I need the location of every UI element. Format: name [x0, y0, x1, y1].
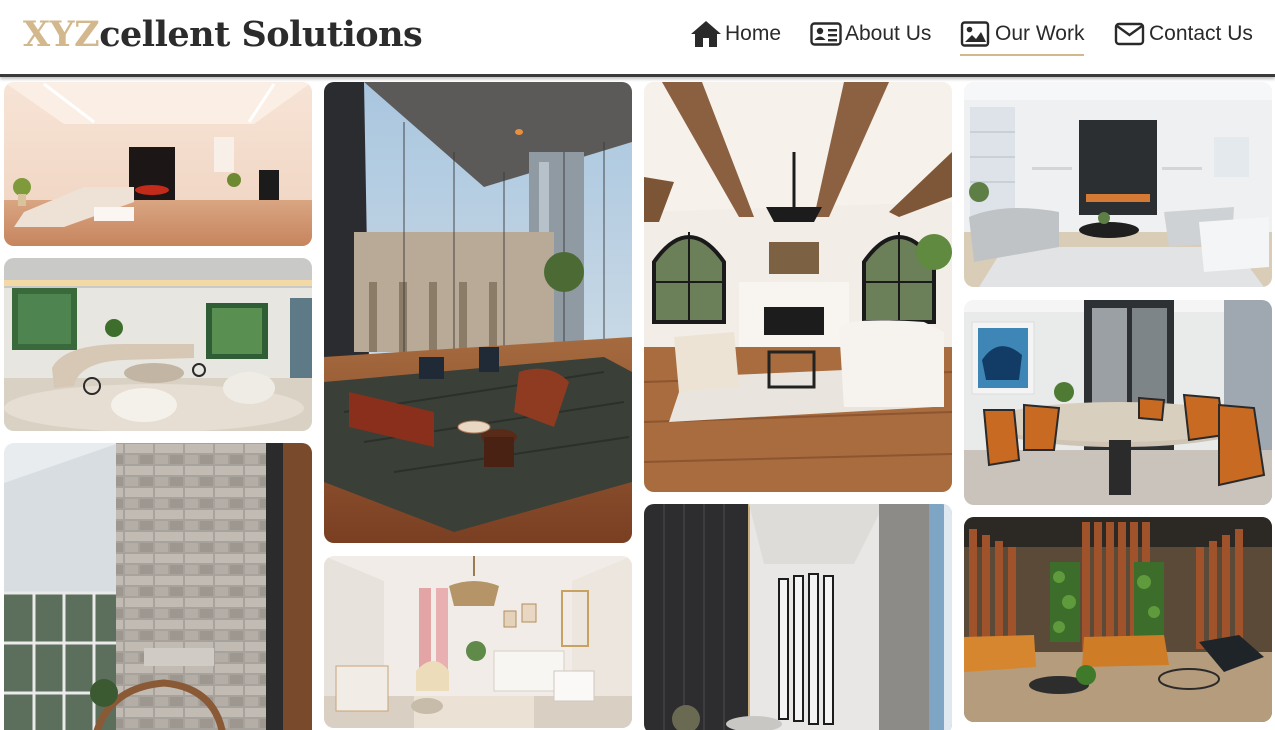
photo-living-room-red-car[interactable] — [4, 82, 312, 246]
nav-home-label: Home — [725, 22, 782, 45]
brand-rest: cellent Solutions — [99, 14, 423, 55]
id-card-icon — [810, 22, 842, 46]
work-gallery — [0, 77, 1275, 730]
photo-stone-wall-exterior[interactable] — [4, 443, 312, 730]
photo-lounge-curved-sofa[interactable] — [4, 258, 312, 431]
photo-meeting-room[interactable] — [964, 300, 1272, 505]
envelope-icon — [1114, 22, 1145, 46]
image-icon — [960, 21, 990, 47]
nav-contact-us-label: Contact Us — [1149, 22, 1253, 45]
photo-glass-atrium-lobby[interactable] — [324, 82, 632, 543]
photo-dark-corridor[interactable] — [644, 504, 952, 730]
nav-home[interactable]: Home — [690, 16, 781, 52]
brand-accent: XYZ — [23, 14, 100, 55]
nav-our-work[interactable]: Our Work — [960, 16, 1085, 56]
nav-about-us[interactable]: About Us — [810, 16, 931, 52]
photo-fireplace-living-room[interactable] — [964, 82, 1272, 287]
brand-logo[interactable]: XYZcellent Solutions — [23, 14, 423, 55]
site-header: XYZcellent Solutions Home About Us Our W… — [0, 0, 1275, 77]
nav-contact-us[interactable]: Contact Us — [1114, 16, 1253, 52]
home-icon — [691, 21, 721, 47]
main-nav: Home About Us Our Work Contact Us — [690, 16, 1275, 56]
photo-nursery[interactable] — [324, 556, 632, 728]
photo-lounge-wood-slats[interactable] — [964, 517, 1272, 722]
nav-about-us-label: About Us — [845, 22, 932, 45]
photo-beamed-living-room[interactable] — [644, 82, 952, 492]
nav-our-work-label: Our Work — [995, 22, 1085, 45]
